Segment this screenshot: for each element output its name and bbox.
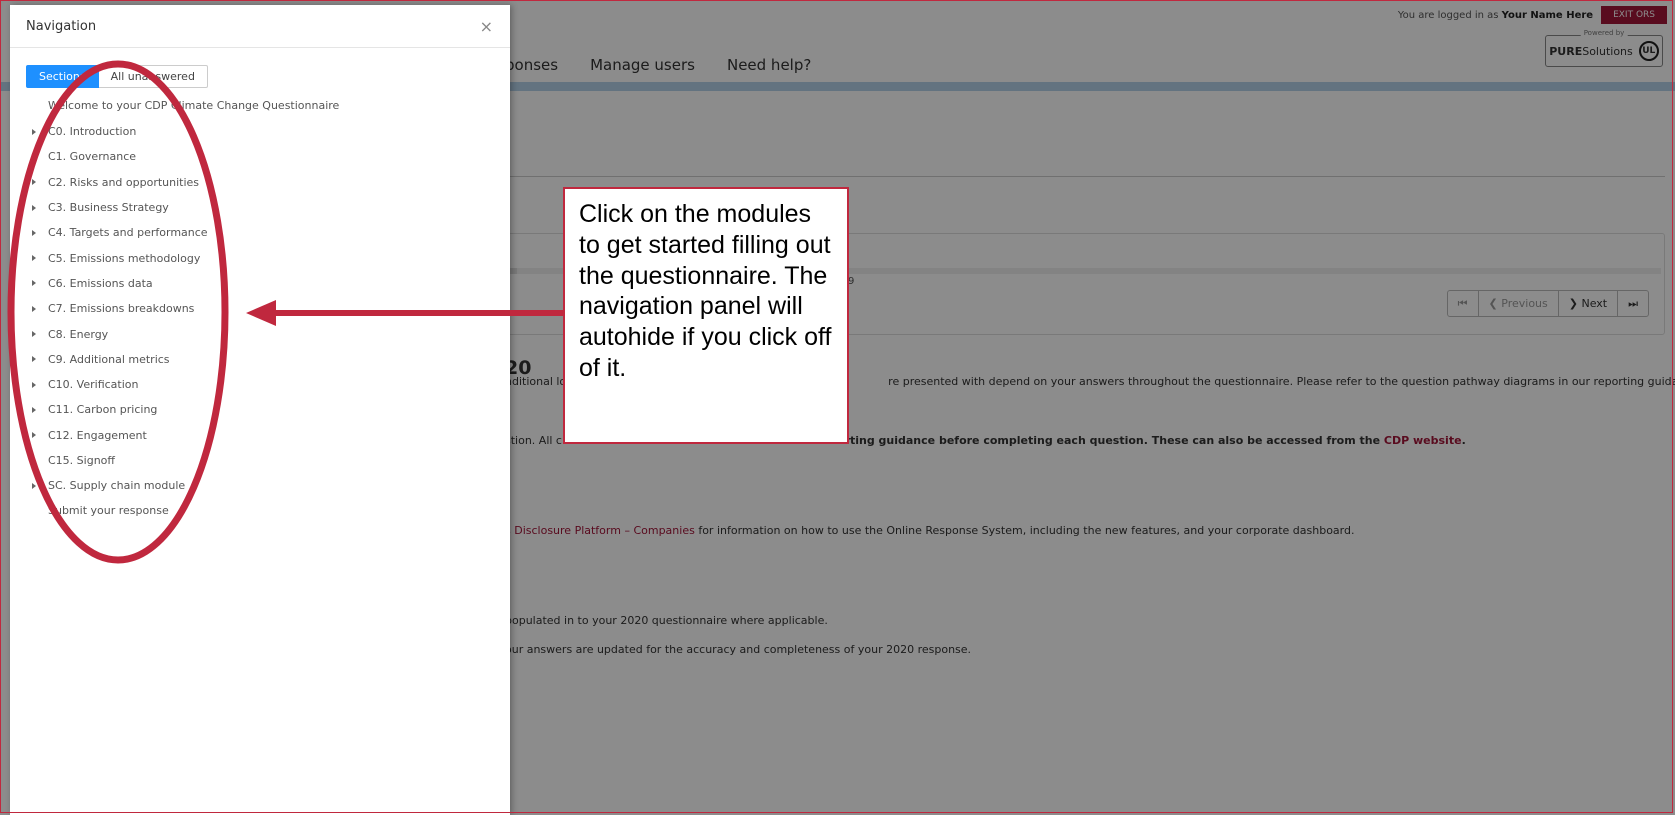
caret-right-icon xyxy=(32,406,36,413)
nav-item-label: SC. Supply chain module xyxy=(48,479,186,493)
nav-item-label: C5. Emissions methodology xyxy=(48,251,201,265)
panel-title: Navigation xyxy=(26,18,97,34)
nav-item-c3[interactable]: C3. Business Strategy xyxy=(32,195,208,220)
tab-sections[interactable]: Sections xyxy=(26,65,99,88)
tab-all-unanswered[interactable]: All unanswered xyxy=(98,65,208,88)
caret-right-icon xyxy=(32,432,36,439)
caret-right-icon xyxy=(32,204,36,211)
caret-right-icon xyxy=(32,482,36,489)
caret-right-icon xyxy=(32,331,36,338)
nav-item-c6[interactable]: C6. Emissions data xyxy=(32,271,208,296)
nav-item-sc[interactable]: SC. Supply chain module xyxy=(32,473,208,498)
nav-item-label: C12. Engagement xyxy=(48,428,147,442)
nav-item-c11[interactable]: C11. Carbon pricing xyxy=(32,397,208,422)
caret-right-icon xyxy=(32,229,36,236)
nav-item-c12[interactable]: C12. Engagement xyxy=(32,423,208,448)
nav-item-label: C6. Emissions data xyxy=(48,276,153,290)
nav-item-c5[interactable]: C5. Emissions methodology xyxy=(32,245,208,270)
nav-item-label: C11. Carbon pricing xyxy=(48,403,158,417)
navigation-panel: Navigation × Sections All unanswered Wel… xyxy=(10,5,510,815)
caret-right-icon xyxy=(32,128,36,135)
nav-item-c15[interactable]: C15. Signoff xyxy=(32,448,208,473)
nav-item-label: C9. Additional metrics xyxy=(48,352,170,366)
nav-item-c4[interactable]: C4. Targets and performance xyxy=(32,220,208,245)
caret-right-icon xyxy=(32,255,36,262)
nav-item-submit[interactable]: Submit your response xyxy=(48,504,169,517)
caret-right-icon xyxy=(32,305,36,312)
nav-item-label: C15. Signoff xyxy=(48,454,115,467)
caret-right-icon xyxy=(32,280,36,287)
nav-item-c10[interactable]: C10. Verification xyxy=(32,372,208,397)
caret-right-icon xyxy=(32,381,36,388)
nav-item-label: C2. Risks and opportunities xyxy=(48,175,200,189)
nav-item-c7[interactable]: C7. Emissions breakdowns xyxy=(32,296,208,321)
nav-item-c1[interactable]: C1. Governance xyxy=(32,144,208,169)
nav-item-label: C4. Targets and performance xyxy=(48,226,208,240)
nav-item-label: C10. Verification xyxy=(48,378,139,392)
nav-item-c9[interactable]: C9. Additional metrics xyxy=(32,347,208,372)
nav-item-label: C0. Introduction xyxy=(48,125,137,139)
caret-right-icon xyxy=(32,179,36,186)
nav-item-c8[interactable]: C8. Energy xyxy=(32,321,208,346)
nav-item-label: C7. Emissions breakdowns xyxy=(48,302,195,316)
section-filter-toggle: Sections All unanswered xyxy=(26,65,208,88)
instruction-callout: Click on the modules to get started fill… xyxy=(563,187,849,444)
caret-right-icon xyxy=(32,356,36,363)
nav-item-label: C8. Energy xyxy=(48,327,109,341)
caret-right-icon xyxy=(32,153,36,160)
caret-right-icon xyxy=(32,457,36,464)
close-icon[interactable]: × xyxy=(480,17,493,36)
nav-item-c0[interactable]: C0. Introduction xyxy=(32,119,208,144)
nav-item-label: C3. Business Strategy xyxy=(48,201,169,215)
nav-item-c2[interactable]: C2. Risks and opportunities xyxy=(32,170,208,195)
panel-header: Navigation × xyxy=(10,5,510,48)
nav-item-label: C1. Governance xyxy=(48,150,137,164)
nav-item-welcome[interactable]: Welcome to your CDP Climate Change Quest… xyxy=(48,99,339,112)
section-list: C0. Introduction C1. Governance C2. Risk… xyxy=(32,119,208,498)
